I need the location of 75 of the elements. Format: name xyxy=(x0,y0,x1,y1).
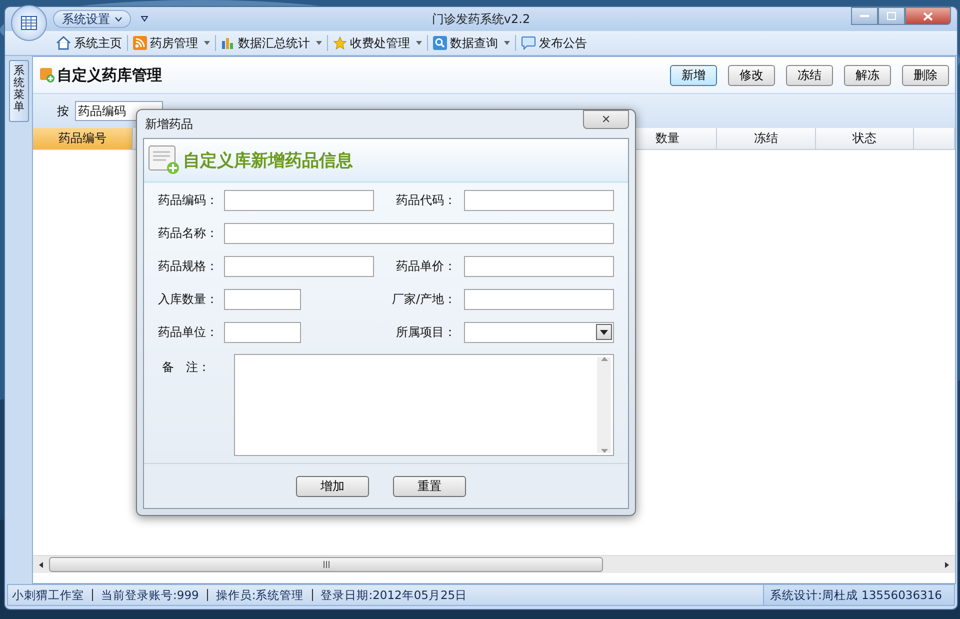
input-field[interactable] xyxy=(464,190,614,210)
input-field[interactable] xyxy=(464,288,614,310)
action-button[interactable]: 解冻 xyxy=(844,64,891,86)
toolbar-menu[interactable]: 数据汇总统计 xyxy=(218,34,325,52)
field-label: 药品名称： xyxy=(157,224,219,242)
status-item: 小刺猬工作室 xyxy=(12,588,84,602)
star-icon xyxy=(333,36,347,50)
scroll-down-icon[interactable] xyxy=(600,449,608,453)
maximize-button[interactable] xyxy=(878,7,905,25)
folder-add-icon xyxy=(39,67,55,83)
column-header[interactable]: 状态 xyxy=(816,128,914,150)
horizontal-scrollbar[interactable] xyxy=(33,555,955,573)
field-label: 入库数量： xyxy=(157,290,219,308)
dialog-heading: 自定义库新增药品信息 xyxy=(183,150,353,172)
field-label: 药品单价： xyxy=(395,258,457,274)
column-header xyxy=(914,128,955,150)
grid-icon xyxy=(21,16,37,30)
toolbar-menu[interactable]: 数据查询 xyxy=(430,34,513,52)
field-label: 药品规格： xyxy=(157,258,219,274)
field-label: 药品代码： xyxy=(395,192,457,208)
input-field[interactable] xyxy=(224,288,301,310)
project-dropdown[interactable] xyxy=(464,322,614,342)
window-title: 门诊发药系统v2.2 xyxy=(432,10,530,28)
column-header[interactable]: 药品编号 xyxy=(33,128,133,150)
status-item: 操作员:系统管理 xyxy=(216,588,304,602)
action-button[interactable]: 新增 xyxy=(670,64,717,86)
caret-icon xyxy=(115,16,122,22)
action-button[interactable]: 冻结 xyxy=(786,64,833,86)
search-label: 按 xyxy=(57,102,69,120)
action-button[interactable]: 修改 xyxy=(728,64,775,86)
notes-field[interactable] xyxy=(234,354,614,456)
document-add-icon xyxy=(148,145,180,175)
toolbar-menu[interactable]: 药房管理 xyxy=(130,34,213,52)
dialog-button[interactable]: 增加 xyxy=(296,476,369,496)
system-settings-menu[interactable]: 系统设置 xyxy=(53,10,131,28)
input-field[interactable] xyxy=(224,322,301,342)
page-title: 自定义药库管理 xyxy=(57,66,162,84)
close-button[interactable]: ✕ xyxy=(583,110,629,129)
input-field[interactable] xyxy=(224,256,374,276)
house-icon xyxy=(56,36,71,50)
column-header[interactable]: 冻结 xyxy=(717,128,816,150)
minimize-button[interactable] xyxy=(851,7,878,25)
toolbar-menu[interactable]: 系统主页 xyxy=(53,34,125,52)
close-icon xyxy=(923,12,933,20)
toolbar-menu[interactable]: 发布公告 xyxy=(518,34,590,52)
maximize-icon xyxy=(887,12,896,20)
status-item: 当前登录账号:999 xyxy=(101,588,199,602)
side-tab[interactable]: 系统菜单 xyxy=(9,60,29,122)
field-label: 药品编码： xyxy=(157,192,219,208)
dialog-button[interactable]: 重置 xyxy=(393,476,466,496)
scroll-up-icon[interactable] xyxy=(600,357,608,361)
status-credit: 系统设计:周杜成 13556036316 xyxy=(762,585,954,605)
speech-bubble-icon xyxy=(521,36,536,50)
caret-icon xyxy=(504,41,510,45)
field-label: 备 注： xyxy=(161,359,211,376)
feed-icon xyxy=(133,36,147,50)
status-item: 登录日期:2012年05月25日 xyxy=(320,588,468,602)
field-label: 药品单位： xyxy=(157,324,219,340)
caret-icon xyxy=(204,41,210,45)
close-button[interactable] xyxy=(905,7,951,25)
grip-icon xyxy=(322,561,330,568)
minimize-icon xyxy=(860,14,869,18)
search-icon xyxy=(433,36,447,50)
caret-icon xyxy=(316,41,322,45)
bar-chart-icon xyxy=(221,36,235,50)
toolbar-menu[interactable]: 收费处管理 xyxy=(330,34,425,52)
input-field[interactable] xyxy=(464,256,614,276)
action-button[interactable]: 删除 xyxy=(902,64,949,86)
input-field[interactable] xyxy=(224,222,614,244)
caret-icon xyxy=(600,330,608,334)
field-label: 所属项目： xyxy=(395,324,457,340)
field-label: 厂家/产地： xyxy=(390,290,457,308)
input-field[interactable] xyxy=(224,190,374,210)
caret-icon[interactable] xyxy=(141,16,148,22)
caret-icon xyxy=(416,41,422,45)
